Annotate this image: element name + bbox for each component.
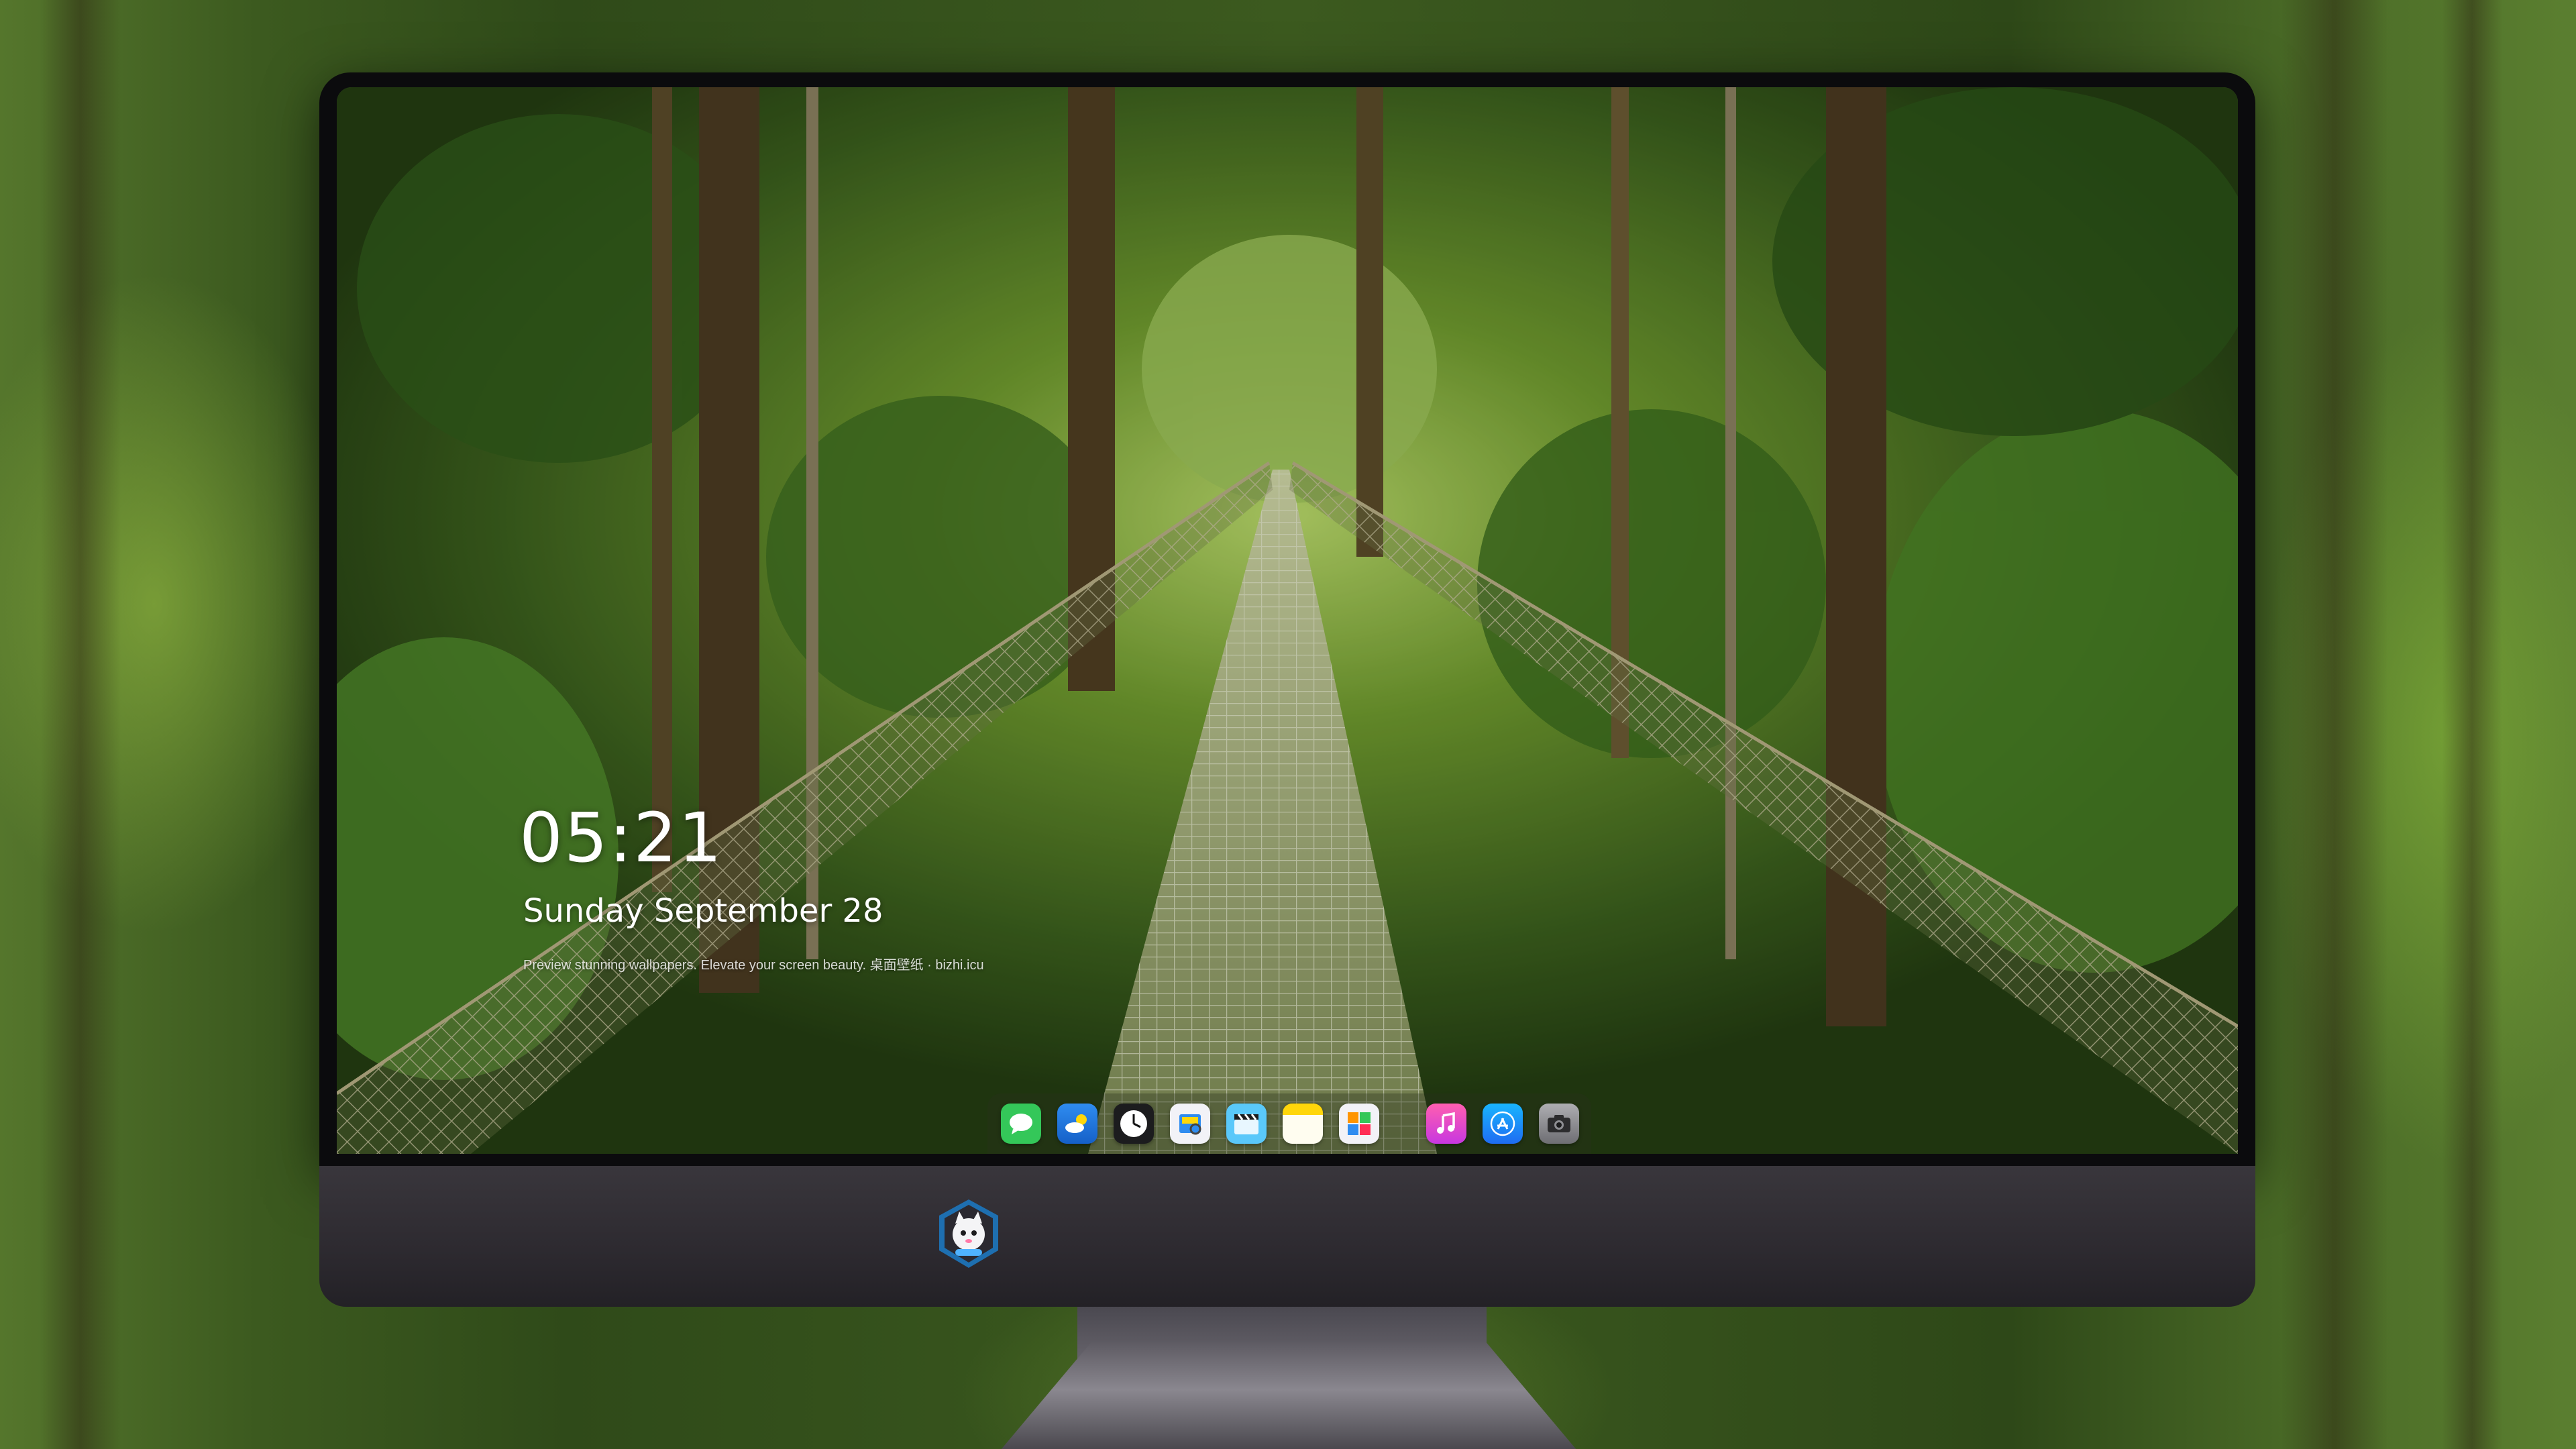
lockscreen-date: Sunday September 28 bbox=[523, 892, 883, 930]
monitor-bezel: 05:21 Sunday September 28 Preview stunni… bbox=[319, 72, 2255, 1166]
background-trunk bbox=[40, 0, 121, 1449]
monitor-stand-base bbox=[990, 1342, 1587, 1449]
messages-icon[interactable] bbox=[1001, 1104, 1041, 1144]
background-trunk bbox=[2281, 0, 2388, 1449]
app-store-icon[interactable] bbox=[1483, 1104, 1523, 1144]
weather-icon[interactable] bbox=[1057, 1104, 1097, 1144]
music-icon[interactable] bbox=[1426, 1104, 1466, 1144]
clock-icon[interactable] bbox=[1114, 1104, 1154, 1144]
dock bbox=[987, 1093, 1591, 1154]
preview-icon[interactable] bbox=[1170, 1104, 1210, 1144]
lockscreen-time: 05:21 bbox=[519, 798, 723, 878]
blurred-background: 05:21 Sunday September 28 Preview stunni… bbox=[0, 0, 2576, 1449]
monitor: 05:21 Sunday September 28 Preview stunni… bbox=[319, 72, 2255, 1448]
monitor-chin bbox=[319, 1166, 2255, 1307]
cat-astronaut-logo-icon bbox=[939, 1199, 998, 1268]
notes-icon[interactable] bbox=[1283, 1104, 1323, 1144]
screen: 05:21 Sunday September 28 Preview stunni… bbox=[337, 87, 2238, 1154]
camera-icon[interactable] bbox=[1539, 1104, 1579, 1144]
lockscreen-tagline: Preview stunning wallpapers. Elevate you… bbox=[523, 958, 984, 973]
photos-icon[interactable] bbox=[1339, 1104, 1379, 1144]
background-trunk bbox=[2442, 0, 2502, 1449]
wallpaper-forest-bridge bbox=[337, 87, 2238, 1154]
clips-icon[interactable] bbox=[1226, 1104, 1267, 1144]
